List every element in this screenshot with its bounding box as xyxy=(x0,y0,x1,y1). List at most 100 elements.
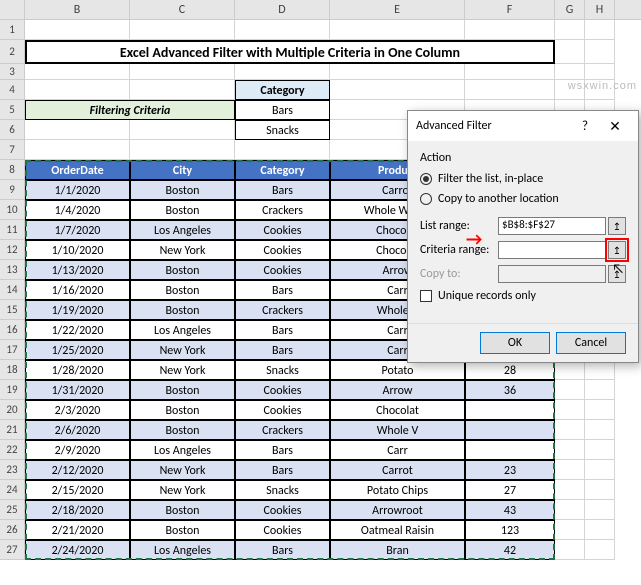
table-cell[interactable]: 1/1/2020 xyxy=(25,180,130,200)
table-cell[interactable]: 2/3/2020 xyxy=(25,400,130,420)
table-cell[interactable]: Cookies xyxy=(235,380,330,400)
help-icon[interactable]: ? xyxy=(570,119,600,134)
table-cell[interactable]: 28 xyxy=(465,360,555,380)
table-cell[interactable]: New York xyxy=(130,480,235,500)
table-cell[interactable]: 2/18/2020 xyxy=(25,500,130,520)
table-cell[interactable]: Snacks xyxy=(235,480,330,500)
table-cell[interactable]: Boston xyxy=(130,520,235,540)
table-cell[interactable]: 1/28/2020 xyxy=(25,360,130,380)
table-cell[interactable]: 1/31/2020 xyxy=(25,380,130,400)
table-cell[interactable]: 43 xyxy=(465,500,555,520)
table-cell[interactable]: 1/19/2020 xyxy=(25,300,130,320)
table-cell[interactable]: Boston xyxy=(130,380,235,400)
row-header[interactable]: 16 xyxy=(0,320,24,340)
row-header[interactable]: 23 xyxy=(0,460,24,480)
table-cell[interactable] xyxy=(465,420,555,440)
row-header[interactable]: 5 xyxy=(0,100,24,120)
table-cell[interactable]: 2/24/2020 xyxy=(25,540,130,560)
collapse-icon[interactable]: ↥ xyxy=(608,241,626,259)
col-header-g[interactable]: G xyxy=(555,0,585,19)
table-cell[interactable]: Bars xyxy=(235,320,330,340)
table-cell[interactable]: Boston xyxy=(130,300,235,320)
row-header[interactable]: 25 xyxy=(0,500,24,520)
row-header[interactable]: 2 xyxy=(0,40,24,64)
row-header[interactable]: 22 xyxy=(0,440,24,460)
unique-records-checkbox[interactable]: Unique records only xyxy=(420,289,626,303)
table-cell[interactable]: Carr xyxy=(330,440,465,460)
ok-button[interactable]: OK xyxy=(480,332,550,354)
row-header[interactable]: 17 xyxy=(0,340,24,360)
row-header[interactable]: 6 xyxy=(0,120,24,140)
table-cell[interactable]: Crackers xyxy=(235,200,330,220)
table-cell[interactable]: 123 xyxy=(465,520,555,540)
row-header[interactable]: 8 xyxy=(0,160,24,180)
table-cell[interactable]: Bran xyxy=(330,540,465,560)
col-header-h[interactable]: H xyxy=(585,0,615,19)
row-header[interactable]: 9 xyxy=(0,180,24,200)
table-cell[interactable]: Chocolat xyxy=(330,400,465,420)
table-cell[interactable]: Los Angeles xyxy=(130,440,235,460)
row-header[interactable]: 3 xyxy=(0,64,24,80)
table-cell[interactable]: 2/12/2020 xyxy=(25,460,130,480)
row-header[interactable]: 15 xyxy=(0,300,24,320)
row-header[interactable]: 4 xyxy=(0,80,24,100)
row-header[interactable]: 26 xyxy=(0,520,24,540)
collapse-icon[interactable]: ↥ xyxy=(608,217,626,235)
row-header[interactable]: 11 xyxy=(0,220,24,240)
col-header-f[interactable]: F xyxy=(465,0,555,19)
table-cell[interactable]: Carrot xyxy=(330,460,465,480)
table-cell[interactable]: 1/25/2020 xyxy=(25,340,130,360)
table-cell[interactable] xyxy=(465,440,555,460)
table-cell[interactable]: Bars xyxy=(235,540,330,560)
table-cell[interactable]: 27 xyxy=(465,480,555,500)
table-cell[interactable]: Cookies xyxy=(235,400,330,420)
table-cell[interactable]: 2/9/2020 xyxy=(25,440,130,460)
table-cell[interactable]: Cookies xyxy=(235,240,330,260)
table-cell[interactable]: 1/13/2020 xyxy=(25,260,130,280)
table-cell[interactable]: 2/21/2020 xyxy=(25,520,130,540)
table-cell[interactable]: Arrow xyxy=(330,380,465,400)
row-header[interactable]: 19 xyxy=(0,380,24,400)
row-header[interactable]: 14 xyxy=(0,280,24,300)
table-cell[interactable]: Los Angeles xyxy=(130,320,235,340)
row-header[interactable]: 21 xyxy=(0,420,24,440)
table-cell[interactable]: Bars xyxy=(235,180,330,200)
table-cell[interactable]: 23 xyxy=(465,460,555,480)
table-cell[interactable]: New York xyxy=(130,340,235,360)
col-header-c[interactable]: C xyxy=(130,0,235,19)
cancel-button[interactable]: Cancel xyxy=(556,332,626,354)
table-cell[interactable]: Boston xyxy=(130,420,235,440)
table-cell[interactable]: Bars xyxy=(235,440,330,460)
table-cell[interactable]: New York xyxy=(130,360,235,380)
table-cell[interactable]: Los Angeles xyxy=(130,540,235,560)
list-range-input[interactable]: $B$8:$F$27 xyxy=(498,217,606,235)
table-cell[interactable]: Boston xyxy=(130,180,235,200)
table-cell[interactable]: 2/15/2020 xyxy=(25,480,130,500)
table-cell[interactable]: Arrowroot xyxy=(330,500,465,520)
table-cell[interactable]: Cookies xyxy=(235,520,330,540)
table-cell[interactable]: 1/16/2020 xyxy=(25,280,130,300)
table-cell[interactable]: Cookies xyxy=(235,220,330,240)
table-cell[interactable]: Crackers xyxy=(235,300,330,320)
table-cell[interactable]: 42 xyxy=(465,540,555,560)
table-cell[interactable]: Bars xyxy=(235,340,330,360)
table-cell[interactable]: 1/7/2020 xyxy=(25,220,130,240)
table-cell[interactable]: Boston xyxy=(130,400,235,420)
radio-filter-inplace[interactable]: Filter the list, in-place xyxy=(420,169,626,189)
table-cell[interactable] xyxy=(465,400,555,420)
table-cell[interactable]: 2/6/2020 xyxy=(25,420,130,440)
table-cell[interactable]: Cookies xyxy=(235,260,330,280)
table-cell[interactable]: Boston xyxy=(130,500,235,520)
table-cell[interactable]: Oatmeal Raisin xyxy=(330,520,465,540)
col-header-b[interactable]: B xyxy=(25,0,130,19)
table-cell[interactable]: 1/10/2020 xyxy=(25,240,130,260)
row-header[interactable]: 10 xyxy=(0,200,24,220)
select-all-corner[interactable] xyxy=(0,0,25,19)
table-cell[interactable]: Boston xyxy=(130,200,235,220)
table-cell[interactable]: Bars xyxy=(235,460,330,480)
table-cell[interactable]: New York xyxy=(130,240,235,260)
row-header[interactable]: 18 xyxy=(0,360,24,380)
table-cell[interactable]: 1/22/2020 xyxy=(25,320,130,340)
row-header[interactable]: 27 xyxy=(0,540,24,560)
col-header-e[interactable]: E xyxy=(330,0,465,19)
